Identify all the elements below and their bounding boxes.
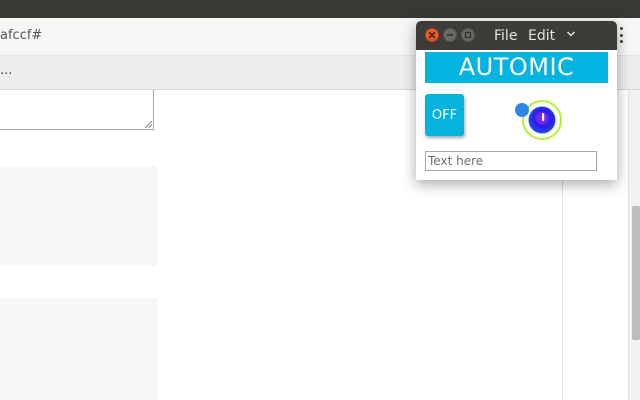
resize-grip-icon[interactable] — [145, 121, 152, 128]
text-input[interactable] — [425, 151, 597, 171]
minimize-button[interactable] — [443, 28, 457, 42]
minimize-icon — [446, 34, 454, 36]
kebab-menu-icon[interactable] — [618, 27, 624, 43]
toolbar-ellipsis[interactable]: ... — [0, 63, 12, 78]
dial-knob[interactable] — [512, 97, 564, 143]
menu-file[interactable]: File — [494, 28, 517, 44]
banner-title: AUTOMIC — [425, 52, 608, 83]
chevron-down-icon[interactable] — [566, 30, 576, 38]
window-titlebar[interactable]: File Edit — [416, 21, 617, 50]
menu-edit[interactable]: Edit — [528, 28, 555, 44]
page-textarea[interactable] — [0, 90, 154, 130]
maximize-icon — [464, 31, 472, 39]
url-text: afccf# — [0, 28, 43, 43]
close-button[interactable] — [425, 28, 439, 42]
scrollbar-thumb[interactable] — [632, 206, 640, 340]
maximize-button[interactable] — [461, 28, 475, 42]
content-panel — [0, 298, 157, 400]
app-window: File Edit AUTOMIC OFF — [416, 21, 617, 180]
close-icon — [428, 31, 436, 39]
content-panel — [0, 166, 157, 266]
system-top-bar — [0, 0, 640, 18]
toggle-off-button[interactable]: OFF — [425, 94, 464, 136]
